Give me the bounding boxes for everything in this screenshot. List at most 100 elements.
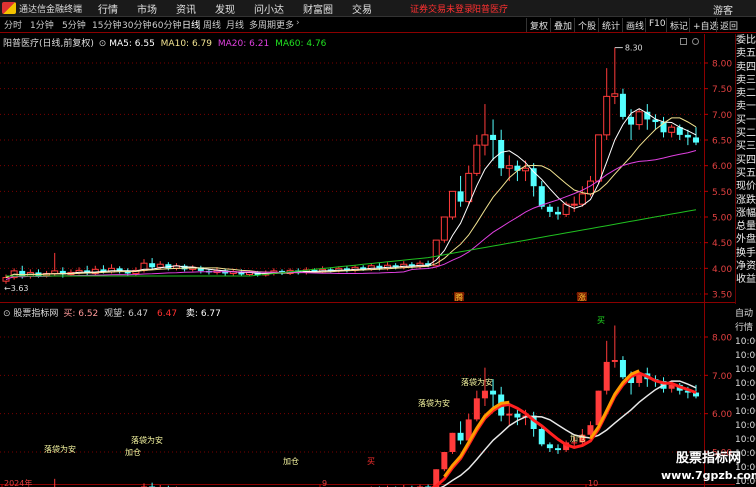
tick-time: 10:00 [735, 407, 756, 417]
legend-ma10: 6.79 [191, 39, 212, 49]
period-weekly[interactable]: 周线 [203, 18, 221, 31]
price-tick-label: 4.00 [712, 265, 732, 275]
sub-tick-label: 7.00 [712, 372, 732, 382]
period-more-chevron-icon[interactable]: › [296, 18, 300, 28]
quote-stat-column: 委比 卖五 卖四 卖三 卖二 卖一 买一 买二 买三 买四 买五 现价 涨跌 涨幅 总量 外盘 换手 净资 收益 [735, 34, 756, 304]
sub-tick-label: 8.00 [712, 334, 732, 344]
price-tick-label: 5.50 [712, 188, 732, 198]
sub-watch: 6.47 [128, 309, 149, 319]
candle-body-up [465, 172, 473, 203]
event-marker: 腾 [455, 292, 463, 302]
stat-label: 卖一 [736, 101, 756, 113]
login-status[interactable]: 证券交易未登录 [410, 2, 473, 15]
period-more[interactable]: 更多 [276, 18, 294, 31]
tool-draw[interactable]: 画线 [622, 18, 647, 32]
period-30min[interactable]: 30分钟 [122, 18, 151, 31]
period-5min[interactable]: 5分钟 [62, 18, 86, 31]
stat-label: 买二 [736, 128, 756, 140]
stat-label: 涨跌 [736, 194, 756, 206]
sub-candle-body [555, 448, 561, 451]
period-60min[interactable]: 60分钟 [152, 18, 181, 31]
candle-body-down [628, 116, 635, 125]
sub-label-jiacang: 加仓 [125, 447, 141, 457]
watermark-title: 股票指标网 [675, 451, 741, 466]
candle-body-down [490, 134, 497, 140]
sub-label-buy: 买 [367, 457, 375, 466]
date-label: 10 [588, 479, 598, 487]
legend-toggle-icon[interactable]: ⊙ [99, 39, 107, 49]
sub-buy-label: 买: [63, 309, 76, 319]
sub-toggle-icon[interactable]: ⊙ [3, 309, 11, 319]
sub-candle-body [449, 432, 456, 452]
stat-label: 买四 [736, 154, 756, 166]
candle-body-up [668, 126, 676, 133]
candle-body-down [546, 206, 553, 212]
date-label: 2024年 [4, 478, 32, 487]
legend-ma60: 4.76 [306, 39, 327, 49]
ma10-line [5, 117, 697, 279]
period-toolbar: 分时 1分钟 5分钟 15分钟 30分钟 60分钟 日线 周线 月线 多周期 更… [0, 17, 756, 33]
date-label: 9 [322, 479, 327, 487]
sub-extra: 6.47 [157, 309, 178, 319]
sub-candle-body [473, 398, 480, 420]
period-intraday[interactable]: 分时 [4, 18, 22, 31]
period-monthly[interactable]: 月线 [226, 18, 244, 31]
menu-news[interactable]: 资讯 [176, 1, 196, 16]
candle-body-up [603, 95, 611, 136]
sub-label-luodai: 落袋为安 [418, 398, 450, 408]
period-1min[interactable]: 1分钟 [30, 18, 54, 31]
sub-candle-body [506, 413, 513, 416]
candle-body-up [448, 190, 456, 218]
pane-close-icon[interactable] [692, 38, 699, 45]
tick-time: 10:00 [735, 435, 756, 445]
legend-ma60-label: MA60: [275, 39, 304, 49]
watermark: 股票指标网 www.7gpzb.com [661, 450, 756, 487]
legend-ma5: 6.55 [134, 39, 155, 49]
menu-market[interactable]: 市场 [137, 1, 157, 16]
price-tick-label: 5.00 [712, 214, 732, 224]
sub-candle-body [546, 444, 553, 449]
tool-back[interactable]: 返回 [716, 18, 741, 32]
stock-title: 阳普医疗 [472, 5, 509, 15]
tool-stats[interactable]: 统计 [598, 18, 623, 32]
sub-candle-body [603, 361, 610, 391]
sub-indicator-name: 股票指标网 [13, 309, 59, 319]
stat-label: 现价 [736, 181, 756, 193]
candle-body-down [684, 134, 691, 138]
tool-overlay[interactable]: 叠加 [550, 18, 575, 32]
sub-label-luodai: 落袋为安 [44, 444, 76, 454]
stat-label: 卖二 [736, 88, 756, 100]
sub-label-buy: 买 [597, 316, 605, 325]
period-daily[interactable]: 日线 [182, 18, 200, 31]
price-tick-label: 6.00 [712, 162, 732, 172]
stat-label: 委比 [736, 35, 756, 46]
stat-label: 卖五 [736, 48, 756, 60]
pane-settings-icon[interactable] [680, 38, 687, 45]
main-legend: 阳普医疗(日线,前复权) ⊙ MA5: 6.55 MA10: 6.79 MA20… [3, 36, 326, 49]
tool-mark[interactable]: 标记 [666, 18, 691, 32]
menu-quotes[interactable]: 行情 [98, 1, 118, 16]
stat-label: 总量 [736, 221, 756, 233]
price-tick-label: 4.50 [712, 239, 732, 249]
sub-candle-body [441, 452, 448, 470]
menu-wealth[interactable]: 财富圈 [303, 1, 333, 16]
menu-ask[interactable]: 问小达 [254, 1, 284, 16]
tick-time: 自动 [735, 309, 754, 319]
app-logo-icon [2, 2, 16, 14]
legend-ma20-label: MA20: [217, 39, 247, 49]
price-tick-label: 8.00 [712, 60, 732, 70]
tool-fuquan[interactable]: 复权 [526, 18, 551, 32]
candle-body-up [505, 165, 513, 169]
chart-canvas[interactable]: 落袋为安落袋为安落袋为安落袋为安加仓加仓加仓买买 8.007.507.006.5… [0, 34, 735, 487]
period-15min[interactable]: 15分钟 [92, 18, 121, 31]
candle-body-up [51, 270, 59, 274]
tick-time: 10:00 [735, 421, 756, 431]
menu-trade[interactable]: 交易 [352, 1, 372, 16]
candle-body-down [530, 168, 537, 187]
tool-stock[interactable]: 个股 [574, 18, 599, 32]
stat-label: 涨幅 [736, 207, 756, 219]
candle-body-down [149, 263, 156, 268]
guest-label[interactable]: 游客 [713, 2, 733, 17]
menu-discover[interactable]: 发现 [215, 1, 235, 16]
period-multi[interactable]: 多周期 [249, 18, 276, 31]
